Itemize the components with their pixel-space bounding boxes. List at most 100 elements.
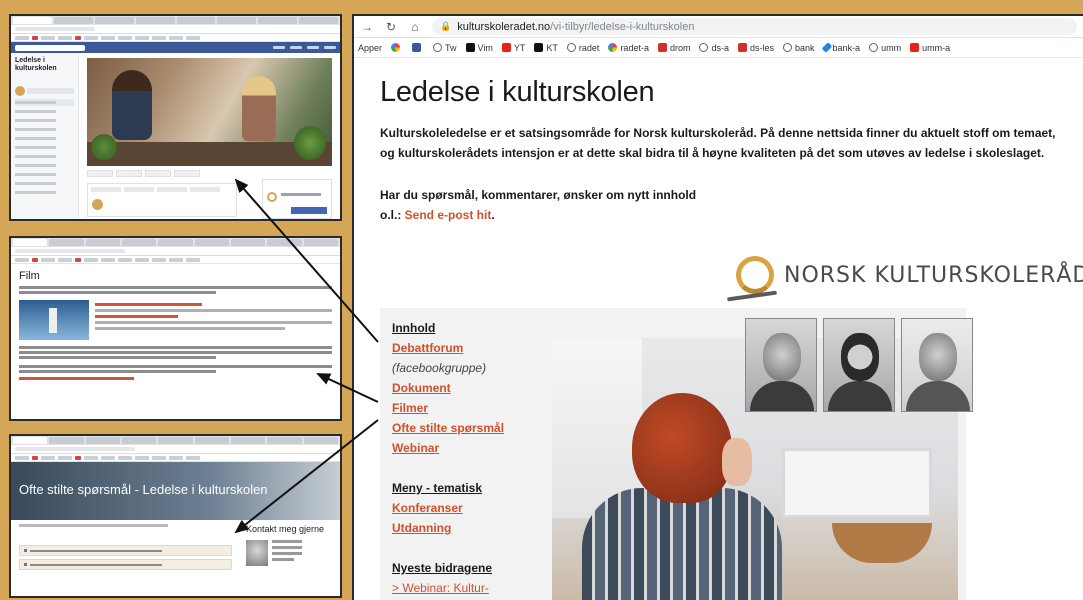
menu-note-facebookgruppe: (facebookgruppe) <box>392 361 487 375</box>
globe-icon <box>433 43 443 52</box>
bookmark-label: YT <box>513 42 526 53</box>
facebook-group-name: Ledelse i kulturskolen <box>15 57 57 72</box>
menu-link-webinar[interactable]: Webinar <box>392 438 532 458</box>
home-icon[interactable]: ⌂ <box>408 20 422 34</box>
faq-page-screenshot: Ofte stilte spørsmål - Ledelse i kulturs… <box>9 434 342 598</box>
content-panel: Innhold Debattforum (facebookgruppe) Dok… <box>380 308 973 600</box>
facebook-group-sidebar: Ledelse i kulturskolen · <box>11 53 79 219</box>
film-page-title: Film <box>19 270 40 282</box>
video-thumbnail <box>19 300 89 340</box>
back-arrow-icon[interactable]: → <box>360 20 374 34</box>
facebook-topbar <box>11 42 340 53</box>
bookmark-label: bank-a <box>832 42 861 53</box>
menu-link-utdanning[interactable]: Utdanning <box>392 518 532 538</box>
page-title: Ledelse i kulturskolen <box>380 76 655 108</box>
faq-question <box>19 559 232 570</box>
bookmark-item[interactable]: Tw <box>433 43 457 53</box>
portrait-photo <box>745 318 817 412</box>
bookmark-item[interactable]: umm <box>869 43 901 53</box>
url-path: /vi-tilbyr/ledelse-i-kulturskolen <box>550 20 695 33</box>
norsk-kulturskoleraad-logo: NORSK KULTURSKOLERÅD <box>736 256 1083 294</box>
bookmarks-bar: Apper Tw Vim YT KT radet radet-a drom ds-a ds-les… <box>354 38 1083 58</box>
mini-bookmarks <box>11 34 340 42</box>
youtube-icon <box>501 43 511 52</box>
bookmark-label: ds-les <box>750 42 775 53</box>
bookmark-label: KT <box>546 42 558 53</box>
bookmark-label: ds-a <box>711 42 729 53</box>
menu-link-debattforum[interactable]: Debattforum <box>392 338 532 358</box>
contact-heading: Kontakt meg gjerne <box>246 524 325 534</box>
page-content: Ledelse i kulturskolen Kulturskoleledels… <box>354 76 1083 294</box>
globe-icon <box>566 43 576 52</box>
bookmark-item[interactable]: bank-a <box>821 42 861 53</box>
intro-text: Kulturskoleledelse er et satsingsområde … <box>380 126 1056 160</box>
bookmark-item[interactable]: radet <box>566 42 600 53</box>
bookmark-item[interactable] <box>412 43 424 52</box>
faq-question <box>19 545 232 556</box>
portrait-photo <box>823 318 895 412</box>
bookmark-item[interactable]: Vim <box>465 42 493 53</box>
lock-icon: 🔒 <box>440 21 452 31</box>
menu-heading-nyeste: Nyeste bidragene <box>392 561 493 575</box>
side-menu: Innhold Debattforum (facebookgruppe) Dok… <box>392 318 532 598</box>
bookmark-label: Tw <box>445 42 457 53</box>
send-email-link[interactable]: Send e-post hit <box>405 208 492 222</box>
browser-navbar: → ↻ ⌂ 🔒 kulturskoleradet.no/vi-tilbyr/le… <box>354 16 1083 38</box>
bookmark-item[interactable]: drom <box>657 42 691 53</box>
url-domain: kulturskoleradet.no <box>457 20 551 33</box>
facebook-group-screenshot: Ledelse i kulturskolen · <box>9 14 342 221</box>
bookmark-label: umm-a <box>922 42 951 53</box>
browser-window: → ↻ ⌂ 🔒 kulturskoleradet.no/vi-tilbyr/le… <box>352 14 1083 600</box>
faq-page-title: Ofte stilte spørsmål - Ledelse i kulturs… <box>19 482 268 497</box>
google-icon <box>608 43 618 52</box>
youtube-icon <box>910 43 920 52</box>
menu-heading-tematisk: Meny - tematisk <box>392 481 483 495</box>
reload-icon[interactable]: ↻ <box>384 20 398 34</box>
facebook-cover-photo <box>87 58 332 166</box>
facebook-icon <box>412 43 422 52</box>
bookmark-item[interactable]: umm-a <box>910 43 950 53</box>
shield-icon <box>534 43 544 52</box>
menu-heading-innhold: Innhold <box>392 321 436 335</box>
globe-icon <box>699 43 709 52</box>
facebook-page-card <box>262 179 332 219</box>
bookmark-label: Vim <box>477 42 493 53</box>
address-bar[interactable]: 🔒 kulturskoleradet.no/vi-tilbyr/ledelse-… <box>432 18 1077 35</box>
bookmark-label: umm <box>881 42 902 53</box>
bookmark-item[interactable]: ds-les <box>738 43 774 53</box>
red-square-icon <box>657 43 667 52</box>
bookmark-label: radet-a <box>620 42 649 53</box>
portrait-photo <box>901 318 973 412</box>
bookmark-item[interactable]: radet-a <box>608 43 649 53</box>
newest-item-link[interactable]: > Webinar: Kultur- <box>392 581 489 595</box>
contact-photo <box>246 540 268 566</box>
bookmark-item[interactable]: YT <box>501 42 526 53</box>
logo-text: NORSK KULTURSKOLERÅD <box>784 262 1083 288</box>
google-icon <box>391 43 401 52</box>
contact-text: Har du spørsmål, kommentarer, ønsker om … <box>380 188 697 222</box>
bookmark-item[interactable]: Apper <box>358 43 382 53</box>
bookmark-item[interactable]: bank <box>783 43 815 53</box>
kulturskoleradet-avatar <box>15 86 25 96</box>
bookmark-item[interactable]: KT <box>534 43 558 53</box>
vim-icon <box>465 43 475 52</box>
portrait-strip <box>745 318 973 412</box>
logo-ring-icon <box>736 256 774 294</box>
menu-link-filmer[interactable]: Filmer <box>392 398 532 418</box>
globe-icon <box>869 43 879 52</box>
red-square-icon <box>738 43 747 52</box>
menu-link-dokument[interactable]: Dokument <box>392 378 532 398</box>
menu-link-konferanser[interactable]: Konferanser <box>392 498 532 518</box>
facebook-post-composer <box>87 183 237 217</box>
bookmark-label: drom <box>669 42 691 53</box>
menu-link-faq[interactable]: Ofte stilte spørsmål <box>392 418 532 438</box>
pin-icon <box>821 42 832 53</box>
faq-hero-banner: Ofte stilte spørsmål - Ledelse i kulturs… <box>11 462 340 520</box>
bookmark-item[interactable] <box>391 43 403 52</box>
bookmark-item[interactable]: ds-a <box>699 43 729 53</box>
bookmark-label: radet <box>578 42 600 53</box>
mini-addressbar <box>11 25 340 34</box>
globe-icon <box>783 43 793 52</box>
film-page-screenshot: Film <box>9 236 342 421</box>
bookmark-label: Apper <box>358 42 383 53</box>
